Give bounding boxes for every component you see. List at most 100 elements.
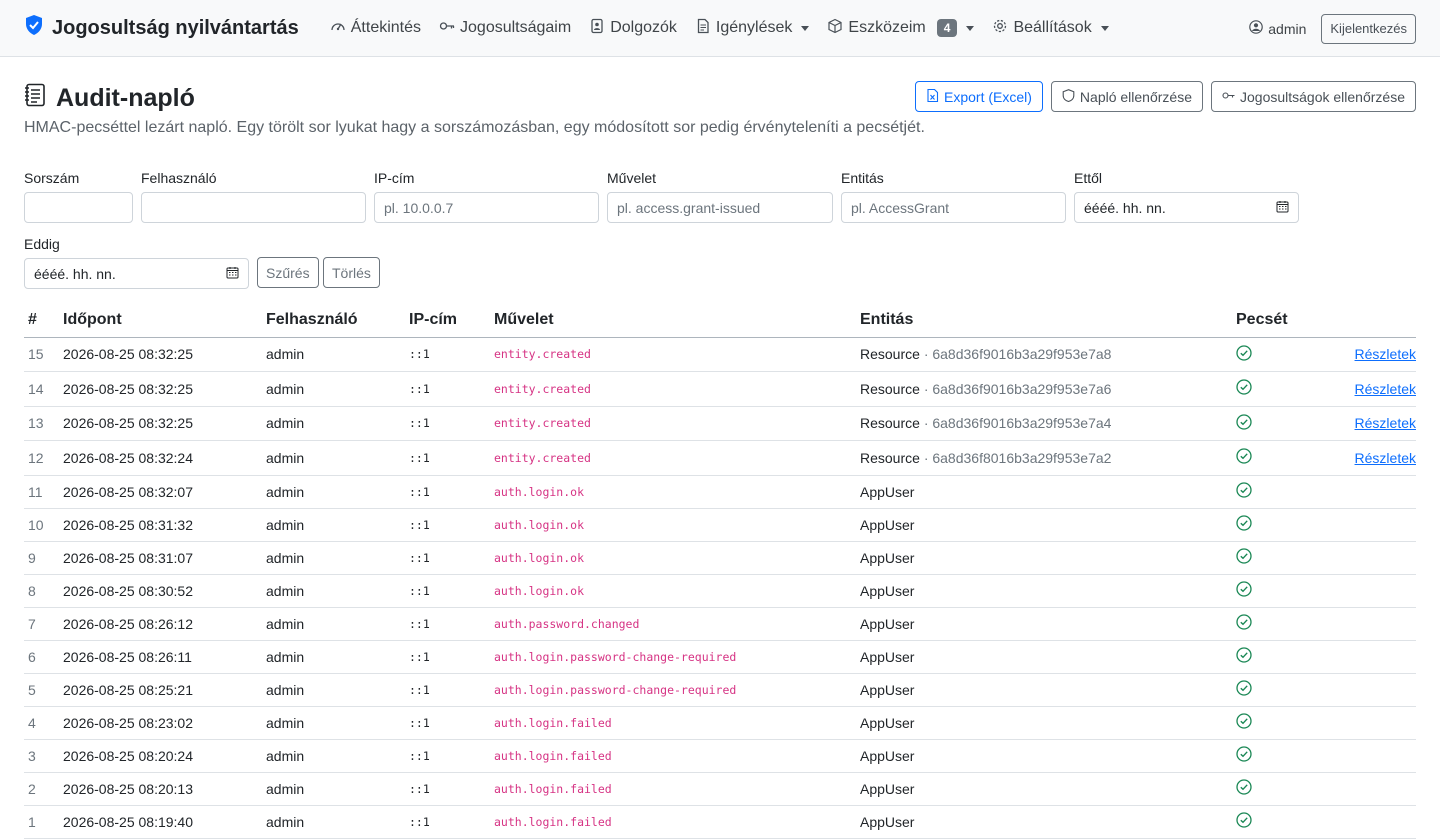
brand[interactable]: Jogosultság nyilvántartás (24, 14, 299, 42)
row-user: admin (266, 706, 409, 740)
seq-input[interactable] (24, 192, 133, 223)
row-seal (1236, 739, 1336, 773)
row-user: admin (266, 574, 409, 608)
ip-input[interactable]: pl. 10.0.0.7 (374, 192, 599, 223)
row-ip: ::1 (409, 739, 494, 773)
filter-entity: Entitás pl. AccessGrant (841, 170, 1066, 223)
nav-employees[interactable]: Dolgozók (580, 0, 686, 57)
row-timestamp: 2026-08-25 08:20:24 (63, 739, 266, 773)
col-header-num: # (24, 304, 63, 338)
details-link[interactable]: Részletek (1355, 381, 1416, 397)
seal-valid-icon (1236, 548, 1252, 567)
row-user: admin (266, 508, 409, 542)
row-seal (1236, 440, 1336, 476)
user-name: admin (1268, 20, 1307, 37)
table-body: 15 2026-08-25 08:32:25 admin::1 entity.crea… (24, 337, 1416, 839)
row-seal (1236, 805, 1336, 839)
col-header-operation[interactable]: Művelet (494, 304, 860, 338)
calendar-icon[interactable] (226, 266, 239, 282)
operation-input[interactable]: pl. access.grant-issued (607, 192, 833, 223)
from-date-placeholder: éééé. hh. nn. (1084, 199, 1166, 216)
entity-id: · 6a8d36f8016b3a29f953e7a2 (923, 449, 1112, 466)
nav-settings[interactable]: Beállítások (983, 0, 1117, 57)
seal-valid-icon (1236, 379, 1252, 398)
row-ip: ::1 (409, 371, 494, 407)
entity-type: AppUser (860, 483, 915, 500)
details-link[interactable]: Részletek (1355, 346, 1416, 362)
table-row: 6 2026-08-25 08:26:11 admin::1 auth.login.p… (24, 640, 1416, 674)
row-entity: AppUser (860, 739, 1236, 773)
seal-valid-icon (1236, 482, 1252, 501)
row-seal (1236, 574, 1336, 608)
filter-op-label: Művelet (607, 170, 657, 186)
row-seal (1236, 337, 1336, 372)
logout-button[interactable]: Kijelentkezés (1321, 13, 1416, 44)
to-date-input[interactable]: éééé. hh. nn. (24, 258, 249, 289)
seal-valid-icon (1236, 414, 1252, 433)
entity-type: Resource (860, 346, 920, 363)
row-number: 2 (24, 772, 63, 806)
row-timestamp: 2026-08-25 08:32:25 (63, 337, 266, 372)
row-entity: AppUser (860, 508, 1236, 542)
row-user: admin (266, 640, 409, 674)
col-header-user[interactable]: Felhasználó (266, 304, 409, 338)
row-number: 4 (24, 706, 63, 740)
filter-seq: Sorszám (24, 170, 133, 223)
row-ip: ::1 (409, 772, 494, 806)
row-timestamp: 2026-08-25 08:19:40 (63, 805, 266, 839)
row-user: admin (266, 772, 409, 806)
col-header-entity[interactable]: Entitás (860, 304, 1236, 338)
filter-seq-label: Sorszám (24, 170, 80, 186)
filter-ip: IP-cím pl. 10.0.0.7 (374, 170, 599, 223)
row-entity: Resource · 6a8d36f9016b3a29f953e7a6 (860, 371, 1236, 407)
row-seal (1236, 640, 1336, 674)
col-header-time[interactable]: Időpont (63, 304, 266, 338)
row-user: admin (266, 739, 409, 773)
table-row: 9 2026-08-25 08:31:07 admin::1 auth.login.o… (24, 541, 1416, 575)
document-icon (695, 18, 711, 39)
filter-button[interactable]: Szűrés (257, 257, 319, 288)
clear-button[interactable]: Törlés (323, 257, 380, 288)
details-link[interactable]: Részletek (1355, 450, 1416, 466)
row-operation: auth.login.failed (494, 706, 860, 740)
seal-valid-icon (1236, 448, 1252, 467)
row-entity: AppUser (860, 772, 1236, 806)
row-seal (1236, 607, 1336, 641)
nav-requests[interactable]: Igénylések (686, 0, 819, 57)
export-excel-label: Export (Excel) (944, 88, 1032, 105)
table-row: 3 2026-08-25 08:20:24 admin::1 auth.login.f… (24, 739, 1416, 773)
details-link[interactable]: Részletek (1355, 415, 1416, 431)
export-excel-button[interactable]: Export (Excel) (915, 81, 1043, 112)
row-number: 14 (24, 371, 63, 407)
row-operation: auth.login.ok (494, 475, 860, 509)
row-operation: auth.login.ok (494, 541, 860, 575)
col-header-seal: Pecsét (1236, 304, 1336, 338)
row-ip: ::1 (409, 508, 494, 542)
page-title-text: Audit-napló (56, 84, 195, 112)
filter-user: Felhasználó (141, 170, 366, 223)
table-row: 5 2026-08-25 08:25:21 admin::1 auth.login.p… (24, 673, 1416, 707)
row-operation: auth.login.failed (494, 772, 860, 806)
entity-input[interactable]: pl. AccessGrant (841, 192, 1066, 223)
row-user: admin (266, 337, 409, 372)
nav-overview[interactable]: Áttekintés (321, 0, 430, 57)
shield-check-icon (24, 14, 44, 42)
row-number: 12 (24, 440, 63, 476)
entity-type: AppUser (860, 813, 915, 830)
row-seal (1236, 371, 1336, 407)
nav-my-tools[interactable]: Eszközeim 4 (818, 0, 983, 57)
from-date-input[interactable]: éééé. hh. nn. (1074, 192, 1299, 223)
row-timestamp: 2026-08-25 08:32:24 (63, 440, 266, 476)
verify-rights-button[interactable]: Jogosultságok ellenőrzése (1211, 81, 1416, 112)
nav-my-rights[interactable]: Jogosultságaim (430, 0, 580, 57)
filter-to-label: Eddig (24, 236, 60, 252)
entity-type: AppUser (860, 780, 915, 797)
brand-title: Jogosultság nyilvántartás (52, 16, 299, 39)
user-input[interactable] (141, 192, 366, 223)
verify-log-button[interactable]: Napló ellenőrzése (1050, 81, 1203, 112)
filter-entity-label: Entitás (841, 170, 884, 186)
col-header-ip[interactable]: IP-cím (409, 304, 494, 338)
row-entity: AppUser (860, 541, 1236, 575)
verify-log-label: Napló ellenőrzése (1079, 88, 1192, 105)
calendar-icon[interactable] (1276, 200, 1289, 216)
